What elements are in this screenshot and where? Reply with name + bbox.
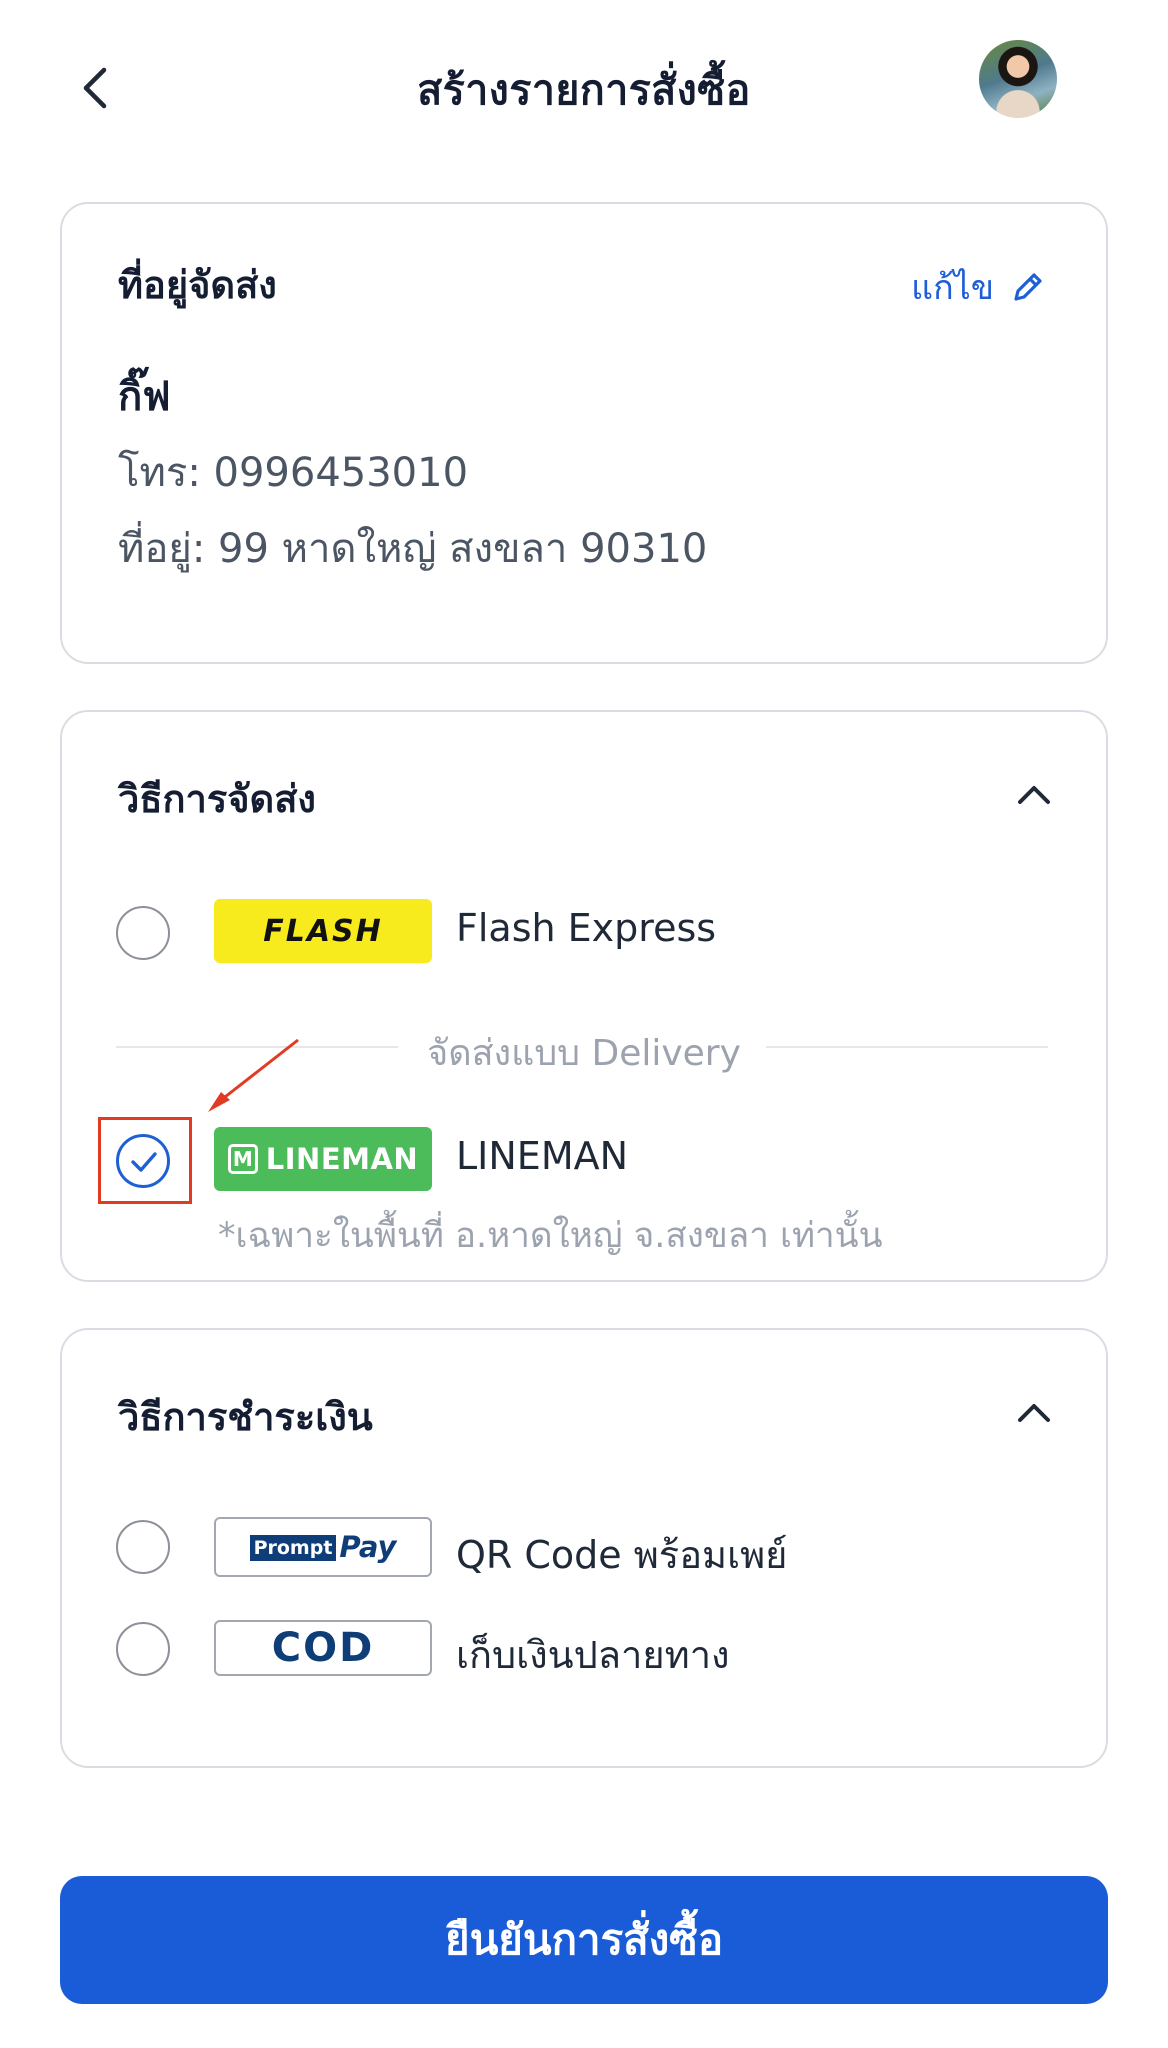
promptpay-prompt-text: Prompt <box>249 1535 337 1561</box>
annotation-arrow-icon <box>208 1038 299 1112</box>
chevron-up-icon[interactable] <box>1014 780 1054 808</box>
address-section-title: ที่อยู่จัดส่ง <box>118 263 277 307</box>
promptpay-logo: Prompt Pay <box>214 1517 432 1577</box>
annotation-highlight-box <box>98 1117 192 1204</box>
lineman-m-icon: M <box>227 1144 258 1174</box>
pencil-icon <box>1014 273 1042 301</box>
promptpay-pay-text: Pay <box>339 1530 397 1564</box>
create-order-page: สร้างรายการสั่งซื้อ ที่อยู่จัดส่ง แก้ไข … <box>0 0 1168 2048</box>
payment-section-title: วิธีการชำระเงิน <box>118 1395 373 1439</box>
lineman-label[interactable]: LINEMAN <box>456 1134 628 1178</box>
edit-label: แก้ไข <box>911 268 994 308</box>
divider-right <box>766 1046 1048 1048</box>
radio-cod[interactable] <box>116 1622 170 1676</box>
recipient-phone: โทร: 0996453010 <box>118 450 469 496</box>
flash-logo-text: FLASH <box>263 913 383 949</box>
chevron-up-icon[interactable] <box>1014 1398 1054 1426</box>
radio-promptpay[interactable] <box>116 1520 170 1574</box>
confirm-order-button[interactable]: ยืนยันการสั่งซื้อ <box>60 1876 1108 2004</box>
cod-label[interactable]: เก็บเงินปลายทาง <box>456 1624 730 1685</box>
avatar[interactable] <box>979 40 1057 118</box>
recipient-address: ที่อยู่: 99 หาดใหญ่ สงขลา 90310 <box>118 526 708 572</box>
delivery-divider-text: จัดส่งแบบ Delivery <box>427 1033 741 1074</box>
radio-flash-express[interactable] <box>116 906 170 960</box>
shipping-section-title: วิธีการจัดส่ง <box>118 777 316 821</box>
shipping-address-card: ที่อยู่จัดส่ง แก้ไข กิ๊ฟ โทร: 0996453010… <box>60 202 1108 664</box>
promptpay-label[interactable]: QR Code พร้อมเพย์ <box>456 1524 787 1585</box>
lineman-logo-text: LINEMAN <box>265 1142 419 1176</box>
flash-express-logo: FLASH <box>214 899 432 963</box>
flash-express-label[interactable]: Flash Express <box>456 906 716 950</box>
recipient-name: กิ๊ฟ <box>118 374 171 420</box>
cod-logo-text: COD <box>271 1625 375 1671</box>
edit-address-link[interactable]: แก้ไข <box>911 260 1046 314</box>
shipping-method-card: วิธีการจัดส่ง <box>60 710 1108 1282</box>
lineman-area-note: *เฉพาะในพื้นที่ อ.หาดใหญ่ จ.สงขลา เท่านั… <box>218 1216 883 1256</box>
cod-logo: COD <box>214 1620 432 1676</box>
